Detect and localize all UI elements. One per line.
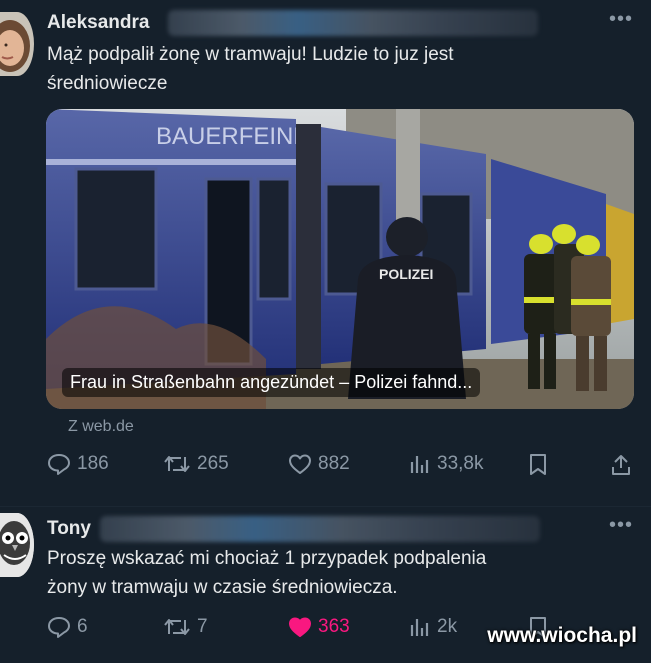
tweet[interactable]: Aleksandra ••• Mąż podpalił żonę w tramw… [0, 0, 651, 500]
tweet-text-line: Proszę wskazać mi chociaż 1 przypadek po… [47, 548, 487, 569]
views-icon [410, 619, 429, 636]
reply-count: 6 [77, 616, 88, 637]
repost-count: 7 [197, 616, 208, 637]
more-icon[interactable]: ••• [609, 514, 633, 537]
police-vest-label: POLIZEI [379, 266, 433, 282]
site-watermark: www.wiocha.pl [487, 624, 637, 647]
tram-photo: BAUERFEIND POLIZEI [46, 109, 634, 409]
repost-button[interactable]: 265 [163, 453, 229, 475]
repost-icon [164, 456, 190, 472]
reply-icon [48, 617, 70, 638]
like-button[interactable]: 363 [288, 616, 350, 638]
repost-count: 265 [197, 453, 229, 474]
tweet-text: Proszę wskazać mi chociaż 1 przypadek po… [47, 544, 607, 602]
tweet-text: Mąż podpalił żonę w tramwaju! Ludzie to … [47, 40, 607, 98]
views-icon [410, 456, 429, 473]
reply-icon [48, 454, 70, 475]
share-icon [612, 455, 630, 475]
views-button[interactable]: 33,8k [409, 453, 483, 475]
repost-icon [164, 619, 190, 635]
author-name[interactable]: Aleksandra [47, 12, 149, 34]
avatar[interactable] [0, 12, 34, 76]
bookmark-button[interactable] [528, 453, 548, 477]
blurred-handle [100, 516, 540, 542]
like-count: 363 [318, 616, 350, 637]
author-name[interactable]: Tony [47, 518, 91, 540]
reply-button[interactable]: 6 [47, 616, 88, 638]
action-bar: 186 265 882 33,8k [47, 453, 637, 483]
views-count: 33,8k [437, 453, 484, 474]
like-button[interactable]: 882 [288, 453, 350, 475]
tweet-text-line: żony w tramwaju w czasie średniowiecza. [47, 577, 398, 598]
tweet-text-line: Mąż podpalił żonę w tramwaju! Ludzie to … [47, 44, 454, 65]
like-count: 882 [318, 453, 350, 474]
card-source-link[interactable]: Z web.de [68, 418, 134, 436]
tram-lettering: BAUERFEIND [156, 123, 311, 150]
more-icon[interactable]: ••• [609, 8, 633, 31]
article-card-image[interactable]: BAUERFEIND POLIZEI Frau in Straßenbahn a… [46, 109, 634, 409]
repost-button[interactable]: 7 [163, 616, 208, 638]
views-count: 2k [437, 616, 458, 637]
views-button[interactable]: 2k [409, 616, 457, 638]
blurred-handle [168, 10, 538, 36]
like-icon [289, 454, 311, 474]
share-button[interactable] [610, 453, 632, 477]
reply-button[interactable]: 186 [47, 453, 109, 475]
tweet-text-line: średniowiecze [47, 73, 168, 94]
avatar[interactable] [0, 513, 34, 577]
bookmark-icon [530, 454, 546, 475]
like-icon [289, 617, 311, 637]
article-caption: Frau in Straßenbahn angezündet – Polizei… [62, 368, 481, 397]
reply-count: 186 [77, 453, 109, 474]
